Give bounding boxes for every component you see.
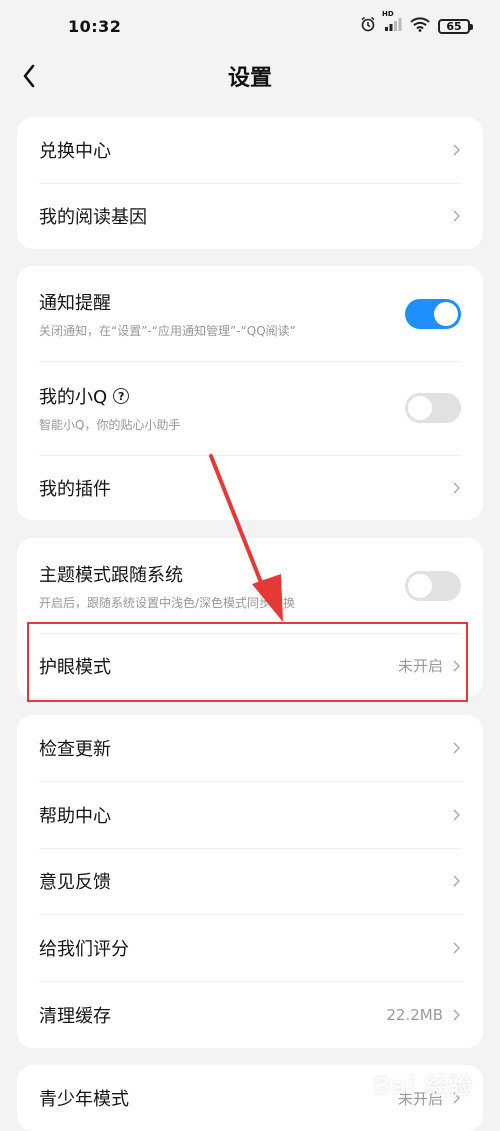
battery-icon: 65	[438, 18, 473, 34]
settings-card-general: 检查更新 帮助中心 意见反馈 给我们评分 清理缓存 22.2MB	[17, 715, 483, 1048]
feedback-item[interactable]: 意见反馈	[17, 848, 483, 914]
help-center-label: 帮助中心	[39, 805, 111, 827]
little-q-label: 我的小Q	[39, 387, 108, 408]
nav-bar: 设置	[0, 56, 500, 96]
signal-icon: HD	[382, 10, 402, 36]
theme-follow-system-subtitle: 开启后，跟随系统设置中浅色/深色模式同步切换	[39, 595, 296, 610]
hd-label: HD	[382, 10, 394, 18]
chevron-right-icon	[451, 873, 461, 889]
theme-follow-system-toggle[interactable]	[405, 570, 461, 601]
notification-subtitle: 关闭通知，在“设置”-“应用通知管理”-“QQ阅读”	[39, 323, 296, 338]
chevron-right-icon	[451, 740, 461, 756]
wifi-icon	[410, 16, 430, 36]
help-center-item[interactable]: 帮助中心	[17, 781, 483, 848]
little-q-subtitle: 智能小Q，你的贴心小助手	[39, 418, 181, 432]
exchange-center-item[interactable]: 兑换中心	[17, 117, 483, 183]
clear-cache-label: 清理缓存	[39, 1005, 111, 1027]
chevron-right-icon	[451, 940, 461, 956]
page-title: 设置	[227, 66, 272, 91]
alarm-icon	[360, 16, 376, 36]
notification-label: 通知提醒	[39, 292, 111, 314]
toggle-knob	[408, 573, 432, 598]
chevron-right-icon	[451, 208, 461, 224]
check-update-item[interactable]: 检查更新	[17, 715, 483, 781]
watermark: Bai 经验	[372, 1072, 472, 1100]
feedback-label: 意见反馈	[39, 872, 111, 893]
highlight-box	[27, 622, 468, 702]
little-q-label-wrap: 我的小Q ?	[39, 383, 405, 409]
plugins-label: 我的插件	[39, 478, 111, 500]
theme-follow-system-item: 主题模式跟随系统 开启后，跟随系统设置中浅色/深色模式同步切换	[17, 538, 483, 633]
little-q-toggle[interactable]	[405, 393, 461, 423]
plugins-item[interactable]: 我的插件	[17, 455, 483, 520]
cache-size: 22.2MB	[386, 1005, 443, 1024]
youth-mode-label: 青少年模式	[39, 1089, 129, 1110]
reading-gene-label: 我的阅读基因	[39, 207, 147, 228]
settings-card-account: 兑换中心 我的阅读基因	[17, 117, 483, 249]
rate-us-label: 给我们评分	[39, 938, 129, 960]
status-time: 10:32	[68, 17, 122, 36]
little-q-item: 我的小Q ? 智能小Q，你的贴心小助手	[17, 361, 483, 455]
exchange-center-label: 兑换中心	[39, 141, 111, 162]
chevron-right-icon	[451, 807, 461, 823]
notification-item: 通知提醒 关闭通知，在“设置”-“应用通知管理”-“QQ阅读”	[17, 266, 483, 361]
toggle-knob	[434, 301, 458, 326]
reading-gene-item[interactable]: 我的阅读基因	[17, 183, 483, 249]
rate-us-item[interactable]: 给我们评分	[17, 914, 483, 981]
check-update-label: 检查更新	[39, 739, 111, 760]
settings-card-notifications: 通知提醒 关闭通知，在“设置”-“应用通知管理”-“QQ阅读” 我的小Q ? 智…	[17, 266, 483, 520]
help-icon[interactable]: ?	[113, 388, 130, 404]
status-icons: HD 65	[360, 10, 473, 36]
notification-toggle[interactable]	[405, 298, 461, 329]
clear-cache-item[interactable]: 清理缓存 22.2MB	[17, 981, 483, 1048]
toggle-knob	[408, 396, 432, 420]
status-bar: 10:32 HD 65	[0, 0, 500, 56]
chevron-right-icon	[451, 142, 461, 158]
theme-follow-system-label: 主题模式跟随系统	[39, 564, 183, 586]
chevron-right-icon	[451, 480, 461, 496]
chevron-right-icon	[451, 1007, 461, 1023]
